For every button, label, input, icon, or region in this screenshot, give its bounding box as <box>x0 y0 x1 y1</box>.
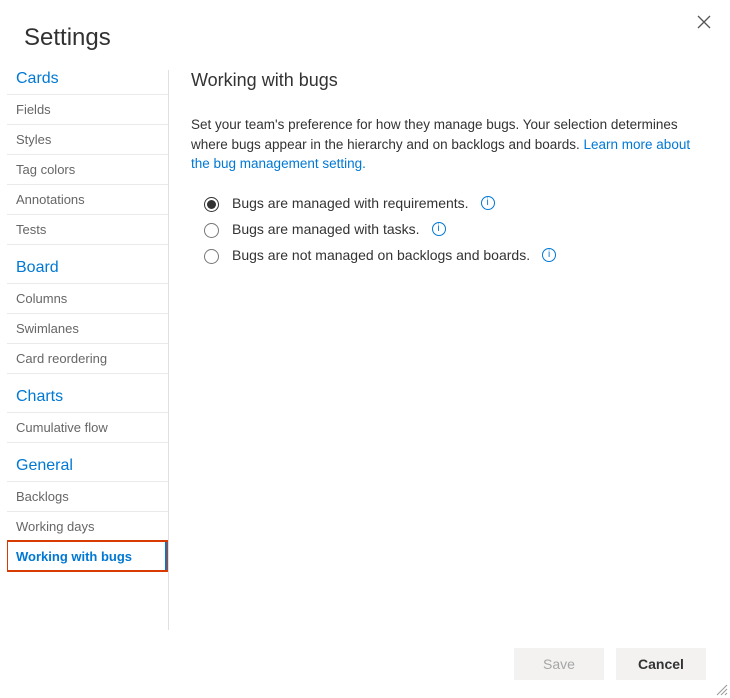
radio-tasks-label: Bugs are managed with tasks. <box>232 221 420 237</box>
panel-title: Working with bugs <box>191 70 700 91</box>
sidebar-item-tag-colors[interactable]: Tag colors <box>7 154 168 184</box>
sidebar-section-general: General Backlogs Working days Working wi… <box>7 442 168 571</box>
sidebar-section-cards: Cards Fields Styles Tag colors Annotatio… <box>7 70 168 244</box>
radio-tasks-input[interactable] <box>204 223 219 238</box>
sidebar-item-working-with-bugs[interactable]: Working with bugs <box>7 541 168 571</box>
sidebar-item-cumulative-flow[interactable]: Cumulative flow <box>7 412 168 442</box>
sidebar-item-backlogs[interactable]: Backlogs <box>7 481 168 511</box>
panel-description: Set your team's preference for how they … <box>191 115 700 174</box>
sidebar-section-charts: Charts Cumulative flow <box>7 373 168 442</box>
sidebar-header-general: General <box>7 442 168 481</box>
bug-options-group: Bugs are managed with requirements. i Bu… <box>199 190 700 268</box>
resize-grip-icon[interactable] <box>714 682 728 696</box>
sidebar-item-card-reordering[interactable]: Card reordering <box>7 343 168 373</box>
sidebar-item-fields[interactable]: Fields <box>7 94 168 124</box>
radio-not-managed-input[interactable] <box>204 249 219 264</box>
settings-panel: Working with bugs Set your team's prefer… <box>169 70 730 630</box>
dialog-title: Settings <box>0 0 730 70</box>
settings-sidebar: Cards Fields Styles Tag colors Annotatio… <box>7 70 169 630</box>
close-icon <box>697 15 711 29</box>
radio-requirements-input[interactable] <box>204 197 219 212</box>
sidebar-header-board: Board <box>7 244 168 283</box>
sidebar-item-columns[interactable]: Columns <box>7 283 168 313</box>
radio-option-not-managed[interactable]: Bugs are not managed on backlogs and boa… <box>199 242 700 268</box>
sidebar-item-swimlanes[interactable]: Swimlanes <box>7 313 168 343</box>
sidebar-item-annotations[interactable]: Annotations <box>7 184 168 214</box>
info-icon[interactable]: i <box>481 196 495 210</box>
sidebar-item-styles[interactable]: Styles <box>7 124 168 154</box>
sidebar-item-tests[interactable]: Tests <box>7 214 168 244</box>
settings-dialog: Settings Cards Fields Styles Tag colors … <box>0 0 730 698</box>
radio-not-managed-label: Bugs are not managed on backlogs and boa… <box>232 247 530 263</box>
close-button[interactable] <box>692 10 716 34</box>
sidebar-header-charts: Charts <box>7 373 168 412</box>
radio-option-tasks[interactable]: Bugs are managed with tasks. i <box>199 216 700 242</box>
save-button[interactable]: Save <box>514 648 604 680</box>
radio-requirements-label: Bugs are managed with requirements. <box>232 195 469 211</box>
info-icon[interactable]: i <box>432 222 446 236</box>
cancel-button[interactable]: Cancel <box>616 648 706 680</box>
dialog-footer: Save Cancel <box>514 648 706 680</box>
sidebar-header-cards: Cards <box>7 70 168 94</box>
sidebar-item-working-days[interactable]: Working days <box>7 511 168 541</box>
info-icon[interactable]: i <box>542 248 556 262</box>
radio-option-requirements[interactable]: Bugs are managed with requirements. i <box>199 190 700 216</box>
sidebar-section-board: Board Columns Swimlanes Card reordering <box>7 244 168 373</box>
